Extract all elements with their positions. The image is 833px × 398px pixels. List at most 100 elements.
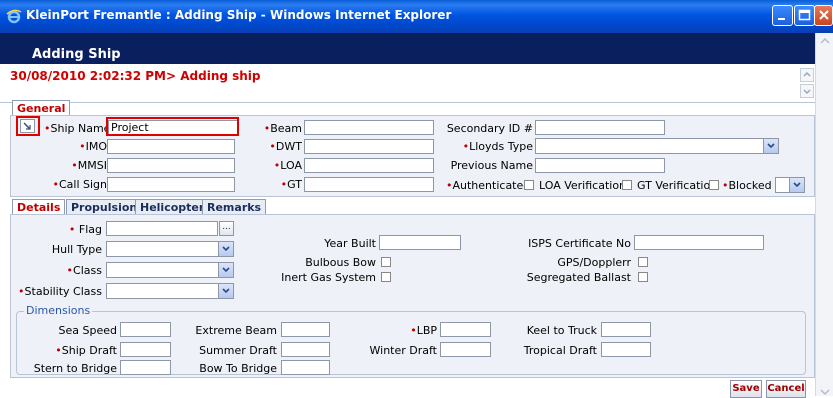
tropical-draft-label: Tropical Draft: [523, 344, 597, 357]
stern-to-bridge-field[interactable]: [120, 360, 171, 375]
blocked-dropdown-button[interactable]: [789, 178, 804, 192]
lloyds-type-dropdown-button[interactable]: [763, 139, 778, 153]
window-title: KleinPort Fremantle : Adding Ship - Wind…: [26, 8, 452, 22]
keel-to-truck-field[interactable]: [601, 322, 651, 337]
mmsi-field[interactable]: [107, 158, 235, 173]
hull-type-label: Hull Type: [51, 243, 102, 256]
secondary-id-field[interactable]: [535, 120, 665, 135]
flag-lookup-button[interactable]: ...: [219, 221, 234, 236]
loa-field[interactable]: [304, 158, 434, 173]
year-built-field[interactable]: [379, 235, 461, 250]
chevron-down-icon: [803, 89, 811, 95]
inert-gas-system-label: Inert Gas System: [281, 271, 376, 284]
chevron-up-icon: [803, 71, 811, 77]
minimize-icon: [778, 18, 785, 20]
ie-icon: [6, 9, 22, 24]
dimensions-legend: Dimensions: [24, 304, 93, 317]
authenticated-checkbox[interactable]: [524, 180, 534, 190]
previous-name-field[interactable]: [535, 158, 665, 173]
ship-draft-field[interactable]: [120, 342, 171, 357]
hull-type-select[interactable]: [106, 241, 234, 257]
tab-remarks[interactable]: Remarks: [202, 199, 267, 215]
flag-label: • Flag: [68, 223, 102, 236]
call-sign-field[interactable]: [107, 177, 235, 192]
dwt-field[interactable]: [304, 139, 434, 154]
segregated-ballast-label: Segregated Ballast: [526, 271, 631, 284]
cancel-button[interactable]: Cancel: [766, 380, 806, 398]
gt-verification-checkbox[interactable]: [709, 180, 719, 190]
dwt-label: •DWT: [269, 140, 302, 153]
chevron-down-icon: [222, 267, 230, 273]
authenticated-label: •Authenticated: [446, 179, 531, 192]
lbp-label: •LBP: [410, 324, 437, 337]
imo-label: •IMO: [79, 140, 107, 153]
sea-speed-field[interactable]: [120, 322, 171, 337]
gt-label: •GT: [280, 178, 302, 191]
beam-label: •Beam: [263, 122, 302, 135]
status-scroll-down[interactable]: [800, 84, 814, 98]
tab-propulsion[interactable]: Propulsion: [66, 199, 143, 215]
save-button[interactable]: Save: [730, 380, 762, 398]
blocked-select[interactable]: [775, 177, 805, 193]
summer-draft-label: Summer Draft: [199, 344, 277, 357]
minimize-button[interactable]: [772, 5, 793, 26]
search-lookup-icon: [23, 122, 31, 130]
status-scrollbar[interactable]: [800, 68, 814, 98]
close-window-button[interactable]: [814, 5, 833, 26]
hull-type-dropdown-button[interactable]: [218, 242, 233, 256]
imo-field[interactable]: [107, 139, 235, 154]
lbp-field[interactable]: [440, 322, 491, 337]
bow-to-bridge-label: Bow To Bridge: [199, 362, 277, 375]
loa-verification-checkbox[interactable]: [622, 180, 632, 190]
bow-to-bridge-field[interactable]: [281, 360, 330, 375]
flag-field[interactable]: [106, 221, 218, 236]
maximize-icon: [798, 9, 811, 21]
previous-name-label: Previous Name: [450, 159, 533, 172]
class-label: •Class: [66, 264, 102, 277]
gt-field[interactable]: [304, 177, 434, 192]
summer-draft-field[interactable]: [281, 342, 330, 357]
status-scroll-up[interactable]: [800, 68, 814, 82]
isps-certificate-field[interactable]: [634, 235, 764, 250]
bulbous-bow-label: Bulbous Bow: [305, 256, 376, 269]
page-header: Adding Ship: [0, 33, 815, 64]
status-area: 30/08/2010 2:02:32 PM> Adding ship: [0, 64, 815, 103]
class-dropdown-button[interactable]: [218, 263, 233, 277]
sea-speed-label: Sea Speed: [58, 324, 117, 337]
window-scrollbar[interactable]: [815, 33, 833, 396]
ship-lookup-button[interactable]: [20, 119, 35, 133]
gt-verification-label: GT Verification: [637, 179, 718, 192]
chevron-down-icon: [793, 182, 801, 188]
winter-draft-field[interactable]: [440, 342, 491, 357]
gps-dopplerr-label: GPS/Dopplerr: [557, 256, 631, 269]
tab-general[interactable]: General: [12, 100, 71, 116]
stability-class-label: •Stability Class: [18, 285, 102, 298]
gps-dopplerr-checkbox[interactable]: [638, 257, 648, 267]
blocked-label: •Blocked: [722, 179, 772, 192]
inert-gas-system-checkbox[interactable]: [381, 272, 391, 282]
lloyds-type-select[interactable]: [535, 138, 779, 154]
chevron-down-icon: [767, 143, 775, 149]
stern-to-bridge-label: Stern to Bridge: [33, 362, 117, 375]
stability-class-dropdown-button[interactable]: [218, 284, 233, 298]
segregated-ballast-checkbox[interactable]: [638, 272, 648, 282]
year-built-label: Year Built: [324, 237, 376, 250]
tropical-draft-field[interactable]: [601, 342, 651, 357]
tab-helicopter[interactable]: Helicopter: [135, 199, 210, 215]
bulbous-bow-checkbox[interactable]: [381, 257, 391, 267]
tab-details[interactable]: Details: [12, 199, 66, 215]
extreme-beam-field[interactable]: [281, 322, 330, 337]
stability-class-select[interactable]: [106, 283, 234, 299]
highlight-box-ship-name: [106, 117, 239, 136]
scroll-down-icon: [820, 389, 830, 396]
keel-to-truck-label: Keel to Truck: [526, 324, 597, 337]
maximize-button[interactable]: [794, 5, 815, 26]
status-message: 30/08/2010 2:02:32 PM> Adding ship: [10, 69, 261, 83]
beam-field[interactable]: [304, 120, 434, 135]
scroll-up-icon: [820, 37, 830, 44]
ship-name-label: •Ship Name: [44, 122, 111, 135]
mmsi-label: •MMSI: [71, 159, 107, 172]
lloyds-type-label: •Lloyds Type: [462, 140, 533, 153]
winter-draft-label: Winter Draft: [369, 344, 438, 357]
class-select[interactable]: [106, 262, 234, 278]
